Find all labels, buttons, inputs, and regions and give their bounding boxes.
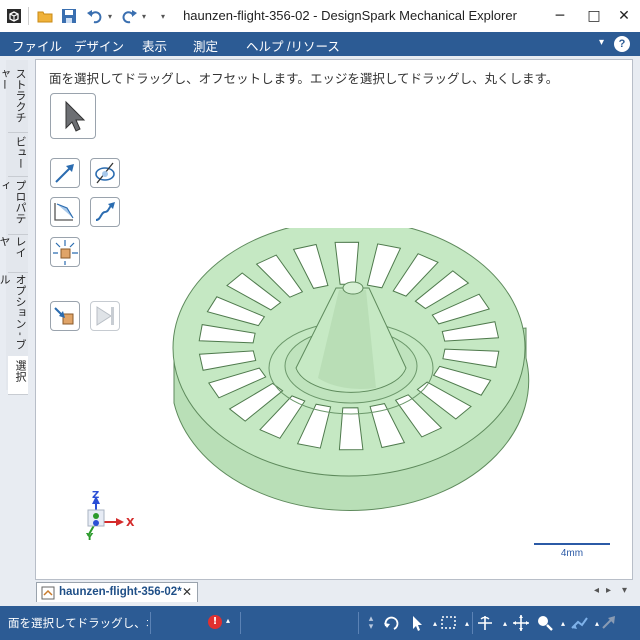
tab-properties[interactable]: プロパティ [0, 176, 28, 235]
menu-help-resources[interactable]: ヘルプ /リソース [246, 36, 340, 55]
menu-measure[interactable]: 測定 [193, 36, 218, 55]
pull-tool-button[interactable] [50, 158, 80, 188]
help-icon[interactable]: ? [614, 36, 630, 52]
corner-icon [54, 203, 74, 221]
zoom-icon[interactable] [536, 614, 554, 632]
title-bar: ▾ ▾ ▾ haunzen-flight-356-02 - DesignSpar… [0, 0, 640, 32]
tab-options[interactable]: オプション - ブル [0, 270, 28, 359]
scale-bar-label: 4mm [560, 548, 584, 559]
selection-dropdown-icon[interactable]: ▴ [458, 614, 476, 632]
close-tab-icon[interactable]: ✕ [182, 585, 192, 599]
scale-bar-line [534, 543, 610, 545]
3d-viewport[interactable]: 面を選択してドラッグし、オフセットします。エッジを選択してドラッグし、丸くします… [35, 59, 633, 580]
tab-scroll-left-icon[interactable]: ◂ [594, 585, 599, 596]
move-cross-icon[interactable] [512, 614, 530, 632]
tab-list-icon[interactable]: ▾ [622, 585, 627, 596]
ribbon-collapse-icon[interactable]: ▾ [599, 37, 604, 48]
pan-icon[interactable] [476, 614, 494, 632]
undo-icon[interactable] [86, 7, 104, 25]
axis-x-label: X [126, 516, 135, 529]
undo-dropdown-icon[interactable]: ▾ [106, 7, 114, 25]
play-disabled-icon [96, 306, 114, 326]
selection-box-icon[interactable] [440, 614, 458, 632]
tab-selection[interactable]: 選択 [8, 356, 28, 395]
spinner-3d-model[interactable] [166, 228, 532, 528]
menu-view[interactable]: 表示 [142, 36, 167, 55]
open-folder-icon[interactable] [36, 7, 54, 25]
move-icon [53, 240, 78, 265]
customize-quick-access-icon[interactable]: ▾ [158, 7, 168, 25]
error-indicator-icon[interactable]: ! [208, 615, 222, 629]
pull-arrow-icon [55, 164, 74, 183]
app-logo-icon [7, 9, 21, 23]
redo-icon[interactable] [120, 7, 138, 25]
tool-hint: 面を選択してドラッグし、オフセットします。エッジを選択してドラッグし、丸くします… [49, 72, 559, 86]
tab-scroll-right-icon[interactable]: ▸ [606, 585, 611, 596]
status-bar: 面を選択してドラッグし、オ ! ▴ ▴ ▾ ▴ ▴ ▴ ▴ ▴ [0, 606, 640, 640]
axis-z-label: Z [92, 490, 100, 501]
pull-to-tool-button[interactable] [50, 301, 80, 331]
close-button[interactable]: ✕ [610, 6, 638, 26]
document-tab[interactable]: haunzen-flight-356-02* ✕ [36, 582, 198, 602]
status-divider [358, 612, 359, 634]
status-divider [240, 612, 241, 634]
menu-design[interactable]: デザイン [74, 36, 124, 55]
play-tool-button [90, 301, 120, 331]
error-dropdown-icon[interactable]: ▴ [226, 616, 230, 625]
status-divider [472, 612, 473, 634]
sweep-icon [95, 202, 115, 221]
orient-icon[interactable] [570, 614, 588, 632]
move-tool-button[interactable] [50, 237, 80, 267]
minimize-button[interactable]: ─ [546, 6, 574, 26]
document-tab-name: haunzen-flight-356-02* [59, 586, 182, 598]
tab-structure[interactable]: ストラクチャー [0, 64, 28, 133]
status-message: 面を選択してドラッグし、オ [8, 618, 148, 630]
tab-layers[interactable]: レイヤ [0, 232, 28, 273]
toolbar-separator [28, 7, 29, 25]
tab-view[interactable]: ビュー [8, 132, 28, 177]
scroll-arrows-icon[interactable]: ▴ ▾ [362, 614, 380, 632]
redo-dropdown-icon[interactable]: ▾ [140, 7, 148, 25]
save-icon[interactable] [60, 7, 78, 25]
corner-tool-button[interactable] [50, 197, 80, 227]
select-icon [65, 100, 86, 132]
sweep-tool-button[interactable] [90, 197, 120, 227]
revolve-tool-button[interactable] [90, 158, 120, 188]
spin-icon[interactable] [382, 614, 400, 632]
window-title: haunzen-flight-356-02 - DesignSpark Mech… [183, 8, 517, 23]
pull-to-icon [54, 307, 74, 325]
status-divider [150, 612, 151, 634]
select-tool-button[interactable] [50, 93, 96, 139]
menu-bar: ファイル デザイン 表示 測定 ヘルプ /リソース ▾ ? [0, 32, 640, 56]
document-icon [41, 586, 55, 600]
pointer-icon[interactable] [408, 614, 426, 632]
document-tab-strip: haunzen-flight-356-02* ✕ ◂ ▸ ▾ [0, 580, 640, 604]
redo-arrow-icon[interactable] [600, 614, 618, 632]
revolve-icon [95, 162, 115, 184]
scale-bar: 4mm [534, 543, 610, 559]
side-panel-tabs: ストラクチャー ビュー プロパティ レイヤ オプション - ブル 選択 [0, 60, 28, 395]
menu-file[interactable]: ファイル [12, 36, 62, 55]
maximize-button[interactable]: □ [580, 6, 608, 26]
axis-y-label: Y [86, 532, 94, 543]
